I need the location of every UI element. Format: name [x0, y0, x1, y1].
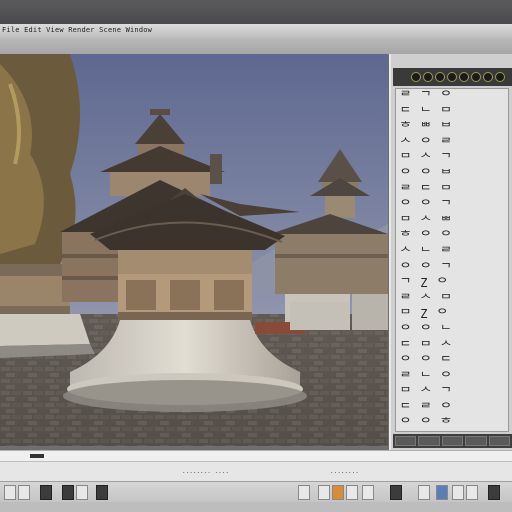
- panel-footer-cell[interactable]: [441, 436, 464, 446]
- swatch-dot[interactable]: [459, 72, 469, 82]
- tool-button[interactable]: [418, 485, 430, 500]
- glyph-row[interactable]: ᄆ Z ᄋ: [400, 307, 508, 323]
- viewport-scene: [0, 54, 388, 446]
- tool-button[interactable]: [436, 485, 448, 500]
- glyph-row[interactable]: ᄅ ᄂ ᄋ: [400, 370, 508, 386]
- glyph-row[interactable]: ᄒ ᄈ ᄇ: [400, 120, 508, 136]
- tool-button[interactable]: [466, 485, 478, 500]
- tool-button[interactable]: [318, 485, 330, 500]
- swatch-dot[interactable]: [411, 72, 421, 82]
- swatch-dot[interactable]: [447, 72, 457, 82]
- glyph-row[interactable]: ᄋ ᄋ ᄂ: [400, 323, 508, 339]
- glyph-row[interactable]: ᄃ ᄆ ᄉ: [400, 339, 508, 355]
- panel-swatch-row[interactable]: [393, 68, 512, 86]
- panel-footer-cell[interactable]: [395, 436, 417, 446]
- status-indicator: [30, 454, 44, 458]
- glyph-row[interactable]: ᄋ ᄋ ᄃ: [400, 354, 508, 370]
- info-label-a: ........ ....: [182, 468, 229, 475]
- menu-bar-text[interactable]: File Edit View Render Scene Window: [2, 26, 152, 34]
- glyph-row[interactable]: ᄃ ᄂ ᄆ: [400, 105, 508, 121]
- swatch-dot[interactable]: [483, 72, 493, 82]
- swatch-dot[interactable]: [471, 72, 481, 82]
- tool-button[interactable]: [346, 485, 358, 500]
- glyph-row[interactable]: ᄅ ᄃ ᄆ: [400, 183, 508, 199]
- swatch-dot[interactable]: [435, 72, 445, 82]
- glyph-row[interactable]: ᄉ ᄂ ᄅ: [400, 245, 508, 261]
- glyph-grid[interactable]: ᄅ ᄀ ᄋᄃ ᄂ ᄆᄒ ᄈ ᄇᄉ ᄋ ᄅᄆ ᄉ ᄀᄋ ᄋ ᄇᄅ ᄃ ᄆᄋ ᄋ ᄀ…: [395, 88, 509, 432]
- info-bar: ........ .... ........: [0, 461, 512, 482]
- tool-button[interactable]: [332, 485, 344, 500]
- swatch-dot[interactable]: [495, 72, 505, 82]
- menu-bar[interactable]: File Edit View Render Scene Window: [0, 24, 512, 39]
- swatch-dot[interactable]: [423, 72, 433, 82]
- glyph-row[interactable]: ᄆ ᄉ ᄀ: [400, 151, 508, 167]
- panel-footer[interactable]: [393, 434, 512, 448]
- tool-button[interactable]: [18, 485, 30, 500]
- tool-button[interactable]: [4, 485, 16, 500]
- bottom-toolbar[interactable]: [0, 481, 512, 503]
- panel-footer-cell[interactable]: [488, 436, 511, 446]
- info-label-b: ........: [330, 468, 359, 475]
- tool-button[interactable]: [40, 485, 52, 500]
- tool-button[interactable]: [362, 485, 374, 500]
- glyph-row[interactable]: ᄃ ᄅ ᄋ: [400, 401, 508, 417]
- tool-button[interactable]: [390, 485, 402, 500]
- glyph-row[interactable]: ᄆ ᄉ ᄀ: [400, 385, 508, 401]
- tool-button[interactable]: [488, 485, 500, 500]
- character-panel[interactable]: ᄅ ᄀ ᄋᄃ ᄂ ᄆᄒ ᄈ ᄇᄉ ᄋ ᄅᄆ ᄉ ᄀᄋ ᄋ ᄇᄅ ᄃ ᄆᄋ ᄋ ᄀ…: [389, 54, 512, 450]
- tool-button[interactable]: [62, 485, 74, 500]
- window-titlebar: [0, 0, 512, 24]
- status-bar: [0, 450, 512, 461]
- glyph-row[interactable]: ᄋ ᄋ ᄀ: [400, 198, 508, 214]
- glyph-row[interactable]: ᄒ ᄋ ᄋ: [400, 229, 508, 245]
- glyph-row[interactable]: ᄆ ᄉ ᄈ: [400, 214, 508, 230]
- glyph-row[interactable]: ᄉ ᄋ ᄅ: [400, 136, 508, 152]
- glyph-row[interactable]: ᄋ ᄋ ᄇ: [400, 167, 508, 183]
- glyph-row[interactable]: ᄋ ᄋ ᄒ: [400, 416, 508, 431]
- tool-button[interactable]: [298, 485, 310, 500]
- glyph-row[interactable]: ᄀ Z ᄋ: [400, 276, 508, 292]
- glyph-row[interactable]: ᄅ ᄀ ᄋ: [400, 89, 508, 105]
- panel-footer-cell[interactable]: [418, 436, 440, 446]
- sub-toolbar: [0, 38, 512, 55]
- tool-button[interactable]: [76, 485, 88, 500]
- panel-footer-cell[interactable]: [465, 436, 487, 446]
- glyph-row[interactable]: ᄅ ᄉ ᄆ: [400, 292, 508, 308]
- tool-button[interactable]: [452, 485, 464, 500]
- tool-button[interactable]: [96, 485, 108, 500]
- glyph-row[interactable]: ᄋ ᄋ ᄀ: [400, 261, 508, 277]
- render-viewport[interactable]: [0, 54, 388, 446]
- stone-block: [290, 302, 350, 330]
- bottom-strip: [0, 502, 512, 512]
